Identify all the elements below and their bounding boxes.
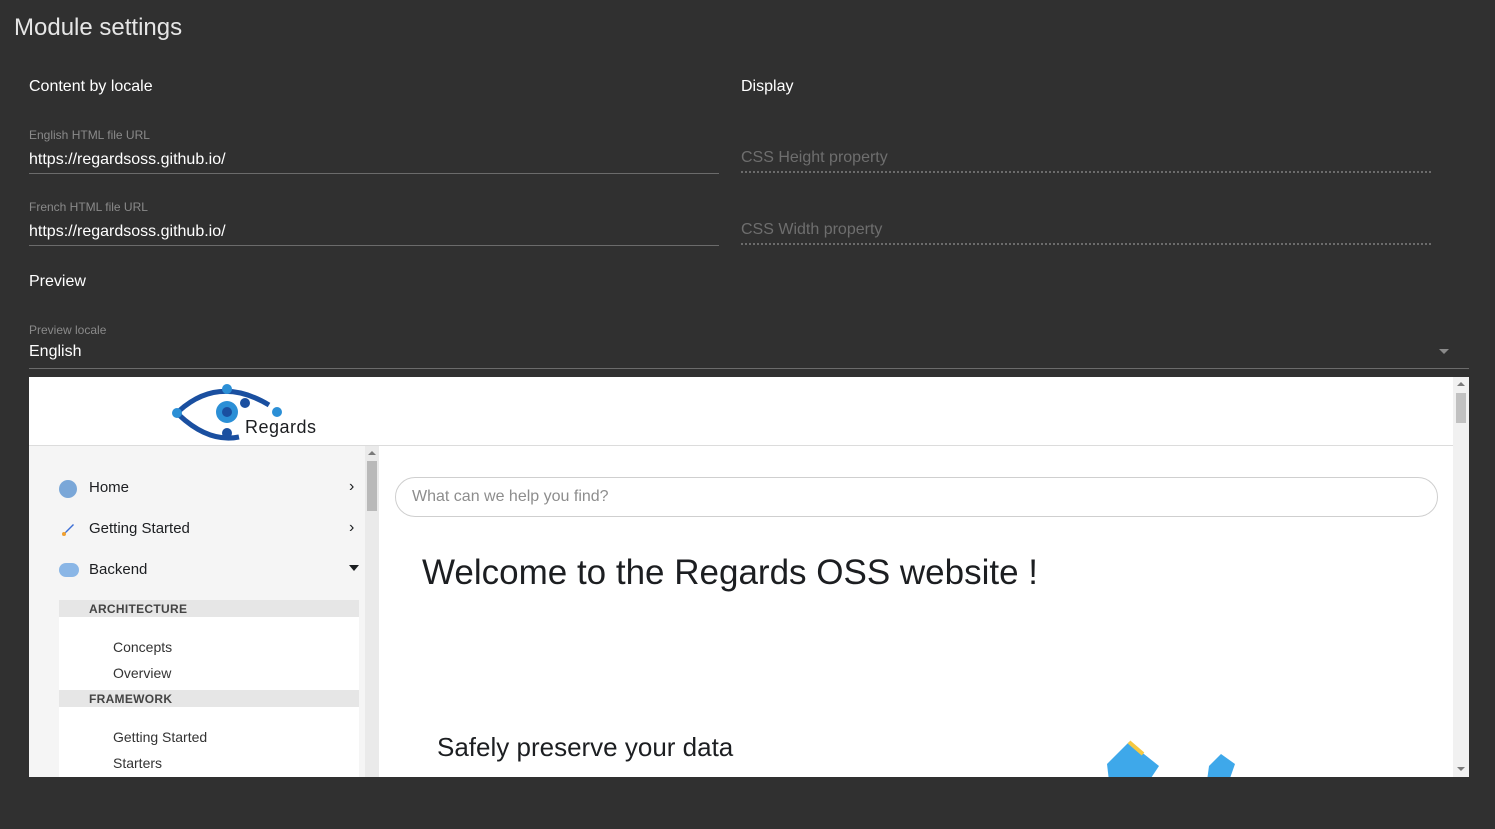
site-search-input[interactable]: What can we help you find?	[395, 477, 1438, 517]
sidebar-item-label: Backend	[89, 561, 148, 578]
preview-scrollbar-thumb[interactable]	[1456, 393, 1466, 423]
sidebar-item-label: Getting Started	[89, 520, 190, 537]
css-height-field[interactable]: CSS Height property	[741, 149, 1431, 167]
chevron-down-icon	[1439, 349, 1449, 354]
sidebar-subitem-overview[interactable]: Overview	[113, 665, 171, 681]
sidebar-item-backend[interactable]: Backend	[59, 559, 359, 585]
rocket-icon	[59, 521, 77, 539]
category-framework-items: Getting Started Starters	[59, 707, 359, 777]
category-architecture-items: Concepts Overview	[59, 617, 359, 690]
english-url-field[interactable]: https://regardsoss.github.io/	[29, 151, 719, 169]
site-sidebar: Home › Getting Started › Backend ARCHITE…	[29, 446, 379, 777]
preview-title: Preview	[29, 273, 86, 290]
sidebar-subitem-getting-started[interactable]: Getting Started	[113, 729, 207, 745]
preserve-subheading: Safely preserve your data	[437, 732, 734, 762]
category-label: ARCHITECTURE	[89, 602, 188, 616]
category-framework: FRAMEWORK	[59, 690, 359, 707]
category-architecture: ARCHITECTURE	[59, 600, 359, 617]
sidebar-subitem-concepts[interactable]: Concepts	[113, 639, 172, 655]
sidebar-scrollbar-thumb[interactable]	[367, 461, 377, 511]
preview-scrollbar[interactable]	[1453, 377, 1469, 777]
preview-locale-value: English	[29, 343, 82, 360]
scroll-up-icon[interactable]	[1457, 382, 1465, 386]
site-main: What can we help you find? Welcome to th…	[379, 446, 1453, 777]
cloud-code-icon	[59, 563, 79, 577]
page-title: Module settings	[14, 14, 183, 41]
preview-locale-label: Preview locale	[29, 323, 107, 337]
preview-locale-select[interactable]: English	[29, 336, 1469, 369]
css-height-underline	[741, 171, 1431, 173]
french-url-label: French HTML file URL	[29, 200, 148, 214]
sidebar-subitem-starters[interactable]: Starters	[113, 755, 162, 771]
welcome-heading: Welcome to the Regards OSS website !	[422, 553, 1039, 592]
french-url-underline	[29, 245, 719, 246]
search-placeholder: What can we help you find?	[412, 488, 609, 505]
globe-icon	[59, 480, 77, 498]
css-width-underline	[741, 243, 1431, 245]
content-by-locale-title: Content by locale	[29, 78, 153, 95]
chevron-right-icon: ›	[349, 519, 355, 536]
english-url-label: English HTML file URL	[29, 128, 150, 142]
preserve-illustration	[1099, 736, 1239, 777]
display-title: Display	[741, 78, 794, 95]
chevron-right-icon: ›	[349, 478, 355, 495]
logo-text: Regards	[245, 417, 317, 437]
site-header: Regards	[29, 377, 1453, 446]
english-url-underline	[29, 173, 719, 174]
scroll-down-icon[interactable]	[1457, 767, 1465, 771]
scroll-up-icon[interactable]	[368, 451, 376, 455]
preview-frame: Regards Home › Getting Started › Backend…	[29, 377, 1469, 777]
sidebar-item-label: Home	[89, 479, 130, 496]
french-url-field[interactable]: https://regardsoss.github.io/	[29, 223, 719, 241]
css-width-field[interactable]: CSS Width property	[741, 221, 1431, 239]
sidebar-item-getting-started[interactable]: Getting Started ›	[59, 518, 359, 544]
category-label: FRAMEWORK	[89, 692, 173, 706]
sidebar-item-home[interactable]: Home ›	[59, 477, 359, 503]
chevron-down-icon	[349, 565, 359, 571]
preview-locale-underline	[29, 368, 1469, 369]
